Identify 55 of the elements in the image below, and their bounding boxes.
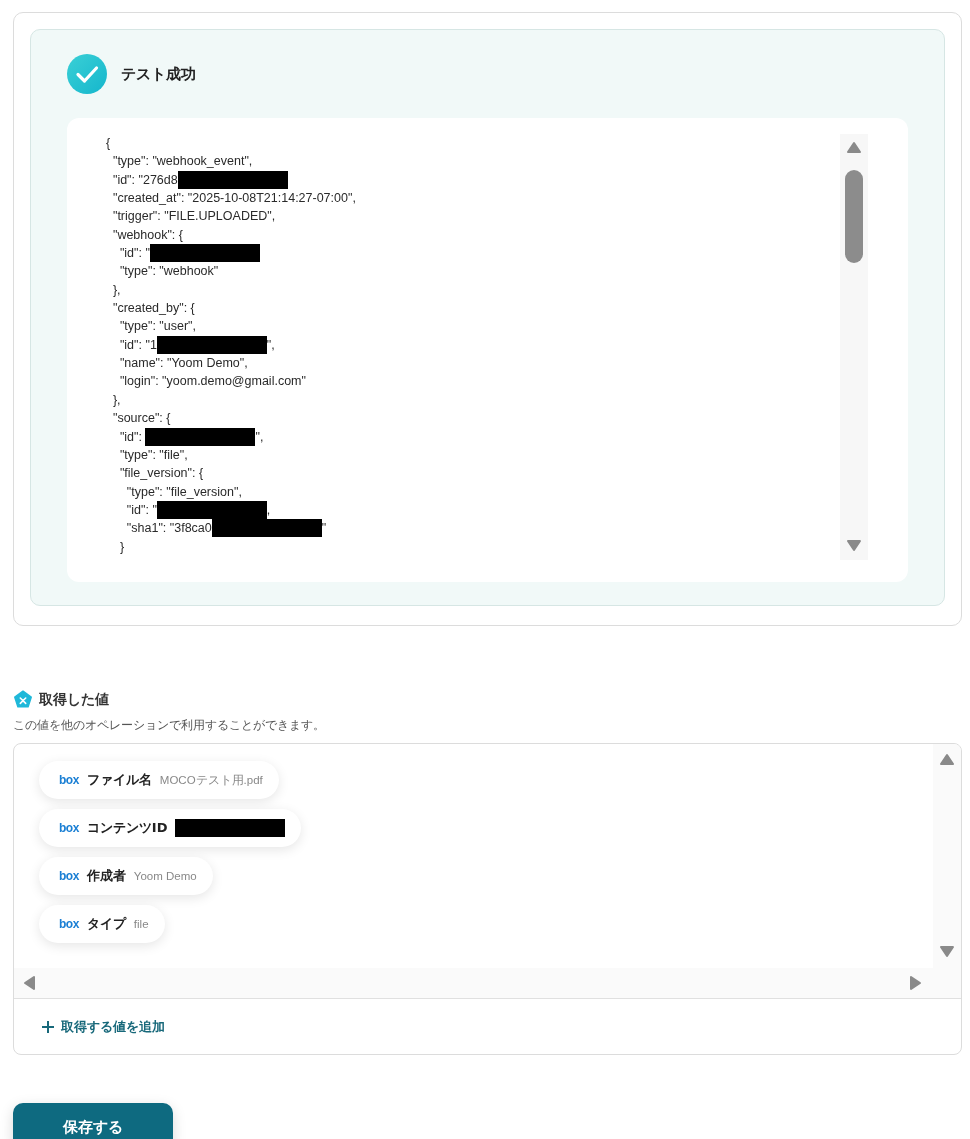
chip-value: Yoom Demo bbox=[133, 870, 197, 882]
result-title: テスト成功 bbox=[121, 64, 196, 84]
code-line: "id": " , bbox=[106, 500, 840, 520]
save-button[interactable]: 保存する bbox=[13, 1103, 173, 1139]
chip-label: コンテンツID bbox=[86, 819, 168, 837]
chip-label: 作成者 bbox=[86, 867, 126, 885]
code-line: "type": "webhook_event", bbox=[111, 153, 254, 171]
box-logo: box bbox=[59, 869, 79, 883]
section-title: 取得した値 bbox=[39, 691, 109, 709]
scrollbar[interactable] bbox=[933, 744, 961, 968]
scroll-up-arrow-icon[interactable] bbox=[939, 752, 955, 768]
add-value-link[interactable]: 取得する値を追加 bbox=[41, 1017, 165, 1036]
code-line: "name": "Yoom Demo", bbox=[118, 355, 249, 373]
value-chip[interactable]: box ファイル名 MOCOテスト用.pdf bbox=[39, 761, 279, 799]
scroll-thumb[interactable] bbox=[845, 170, 863, 263]
code-line: { bbox=[106, 135, 112, 152]
box-logo: box bbox=[59, 821, 79, 835]
value-chip[interactable]: box タイプ file bbox=[39, 905, 165, 943]
scrollbar[interactable] bbox=[14, 968, 961, 999]
code-line: "type": "file", bbox=[118, 446, 189, 464]
plus-icon bbox=[41, 1019, 55, 1034]
code-line: "id": " bbox=[106, 244, 840, 263]
section-description: この値を他のオペレーションで利用することができます。 bbox=[13, 717, 326, 734]
code-line: "trigger": "FILE.UPLOADED", bbox=[111, 208, 277, 226]
scroll-up-arrow-icon[interactable] bbox=[846, 140, 862, 156]
scroll-down-arrow-icon[interactable] bbox=[939, 944, 955, 960]
code-line: "id": "1 ", bbox=[118, 335, 276, 355]
value-chip[interactable]: box コンテンツID bbox=[39, 809, 302, 847]
code-line: "webhook": { bbox=[111, 226, 184, 244]
code-line: "source": { bbox=[111, 410, 172, 428]
code-line: "login": "yoom.demo@gmail.com" bbox=[118, 373, 307, 391]
box-logo: box bbox=[59, 917, 79, 931]
code-line: }, bbox=[111, 281, 122, 299]
code-line: "created_at": "2025-10-08T21:14:27-07:00", bbox=[111, 190, 357, 208]
code-line: "sha1": "3f8ca0 " bbox=[125, 519, 328, 538]
scrollbar[interactable] bbox=[840, 134, 868, 560]
value-chip[interactable]: box 作成者 Yoom Demo bbox=[39, 857, 213, 895]
chip-label: タイプ bbox=[86, 915, 126, 933]
code-line: "type": "webhook" bbox=[118, 263, 220, 281]
chip-label: ファイル名 bbox=[86, 771, 152, 789]
code-line: }, bbox=[111, 391, 122, 409]
scroll-left-arrow-icon[interactable] bbox=[22, 975, 38, 991]
scroll-right-arrow-icon[interactable] bbox=[907, 975, 923, 991]
code-line: "id": ", bbox=[118, 427, 265, 446]
code-line: "type": "user", bbox=[118, 318, 197, 336]
scroll-down-arrow-icon[interactable] bbox=[846, 538, 862, 554]
chip-value: file bbox=[133, 918, 149, 930]
code-line: "id": "276d8 bbox=[106, 170, 840, 190]
code-line: "type": "file_version", bbox=[125, 483, 243, 501]
code-line: } bbox=[118, 538, 126, 556]
chip-value: MOCOテスト用.pdf bbox=[159, 772, 263, 788]
box-logo: box bbox=[59, 773, 79, 787]
code-line: "created_by": { bbox=[111, 300, 196, 318]
code-line: "file_version": { bbox=[118, 465, 205, 483]
variable-icon bbox=[13, 690, 33, 710]
